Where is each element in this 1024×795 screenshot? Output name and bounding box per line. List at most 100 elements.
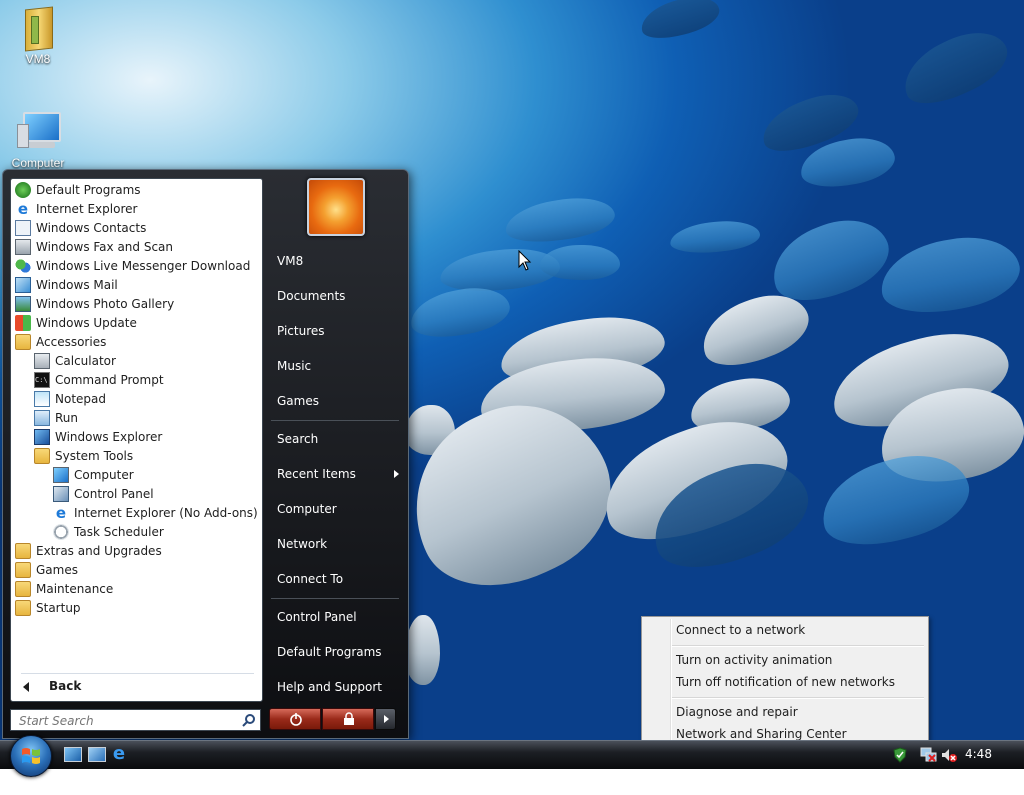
right-item-control-panel[interactable]: Control Panel [271,602,405,632]
program-run[interactable]: Run [34,409,78,428]
volume-muted-icon[interactable] [940,746,958,764]
right-item-documents[interactable]: Documents [271,281,405,311]
network-context-menu: Connect to a network Turn on activity an… [641,616,929,742]
program-label: Computer [74,468,134,482]
menu-separator [672,697,924,699]
user-avatar[interactable] [307,178,365,236]
default-programs-icon [15,181,31,198]
menu-item-turn-on-activity-animation[interactable]: Turn on activity animation [676,649,832,671]
switch-windows-icon[interactable] [88,747,106,762]
submenu-arrow-icon [394,470,399,478]
wallpaper-fish [636,0,724,45]
right-item-recent-items[interactable]: Recent Items [271,459,405,489]
show-desktop-icon[interactable] [64,747,82,762]
program-calculator[interactable]: Calculator [34,352,116,371]
program-windows-photo-gallery[interactable]: Windows Photo Gallery [15,295,174,314]
menu-item-connect-to-network[interactable]: Connect to a network [676,619,805,641]
taskbar-clock[interactable]: 4:48 AM [965,741,1013,788]
power-button[interactable] [269,708,321,730]
desktop-icon-label: VM8 [25,52,51,66]
program-notepad[interactable]: Notepad [34,390,106,409]
right-item-search[interactable]: Search [271,424,405,454]
start-search-box[interactable] [10,709,261,731]
right-item-music[interactable]: Music [271,351,405,381]
right-item-label: Computer [277,502,337,516]
network-icon[interactable] [920,746,938,764]
wallpaper-fish [893,19,1017,116]
program-control-panel[interactable]: Control Panel [53,485,154,504]
windows-logo-icon [22,748,40,764]
wallpaper-fish [874,228,1024,322]
desktop-icon-computer[interactable]: Computer [6,110,70,170]
messenger-icon [15,257,31,274]
program-windows-fax-and-scan[interactable]: Windows Fax and Scan [15,238,173,257]
folder-icon [15,580,31,597]
menu-item-turn-off-notification[interactable]: Turn off notification of new networks [676,671,895,693]
program-internet-explorer[interactable]: e Internet Explorer [15,200,138,219]
menu-item-diagnose-and-repair[interactable]: Diagnose and repair [676,701,798,723]
shield-icon[interactable] [892,747,908,763]
search-icon[interactable] [242,713,256,727]
folder-accessories[interactable]: Accessories [15,333,106,352]
program-label: Windows Fax and Scan [36,240,174,254]
folder-games[interactable]: Games [15,561,78,580]
right-item-label: Games [277,394,319,408]
lock-button[interactable] [322,708,374,730]
program-windows-explorer[interactable]: Windows Explorer [34,428,162,447]
right-item-games[interactable]: Games [271,386,405,416]
mail-icon [15,276,31,293]
program-command-prompt[interactable]: C:\ Command Prompt [34,371,164,390]
program-windows-mail[interactable]: Windows Mail [15,276,118,295]
program-computer[interactable]: Computer [53,466,134,485]
folder-extras-and-upgrades[interactable]: Extras and Upgrades [15,542,162,561]
program-label: System Tools [55,449,134,463]
program-label: Windows Photo Gallery [36,297,175,311]
program-label: Control Panel [74,487,154,501]
quick-launch: e [62,744,132,765]
right-item-pictures[interactable]: Pictures [271,316,405,346]
folder-system-tools[interactable]: System Tools [34,447,133,466]
program-windows-contacts[interactable]: Windows Contacts [15,219,146,238]
mouse-cursor-icon [518,250,532,271]
wallpaper-fish [668,218,762,256]
right-item-computer[interactable]: Computer [271,494,405,524]
right-item-label: Network [277,537,328,551]
right-item-label: Default Programs [277,645,382,659]
back-button[interactable]: Back [21,673,254,698]
start-search-input[interactable] [17,711,236,731]
right-item-help-and-support[interactable]: Help and Support [271,672,405,702]
right-item-connect-to[interactable]: Connect To [271,564,405,594]
right-item-user-folder[interactable]: VM8 [271,246,405,276]
right-item-label: Recent Items [277,467,356,481]
right-item-network[interactable]: Network [271,529,405,559]
power-icon [290,713,302,726]
program-windows-live-messenger-download[interactable]: Windows Live Messenger Download [15,257,250,276]
right-item-label: Pictures [277,324,325,338]
folder-startup[interactable]: Startup [15,599,81,618]
program-label: Windows Contacts [36,221,147,235]
program-label: Default Programs [36,183,141,197]
program-task-scheduler[interactable]: Task Scheduler [53,523,164,542]
all-programs-pane: Default Programs e Internet Explorer Wind… [10,178,263,702]
system-tray: 4:48 AM [880,741,1024,788]
windows-update-icon [15,314,31,331]
program-label: Windows Live Messenger Download [36,259,251,273]
right-item-label: Documents [277,289,346,303]
back-arrow-icon [23,681,29,692]
program-default-programs[interactable]: Default Programs [15,181,141,200]
shutdown-options-button[interactable] [375,708,396,730]
right-item-default-programs[interactable]: Default Programs [271,637,405,667]
back-label: Back [49,679,82,693]
folder-maintenance[interactable]: Maintenance [15,580,113,599]
internet-explorer-icon: e [55,503,67,522]
wallpaper-fish [540,245,620,280]
internet-explorer-icon[interactable]: e [110,744,128,764]
program-internet-explorer-no-add-ons[interactable]: e Internet Explorer (No Add-ons) [53,504,258,523]
program-label: Run [55,411,79,425]
folder-icon [15,333,31,350]
desktop-icon-vm8[interactable]: VM8 [6,6,70,66]
right-item-label: Connect To [277,572,344,586]
program-label: Windows Explorer [55,430,163,444]
start-button[interactable] [10,735,52,777]
program-windows-update[interactable]: Windows Update [15,314,137,333]
